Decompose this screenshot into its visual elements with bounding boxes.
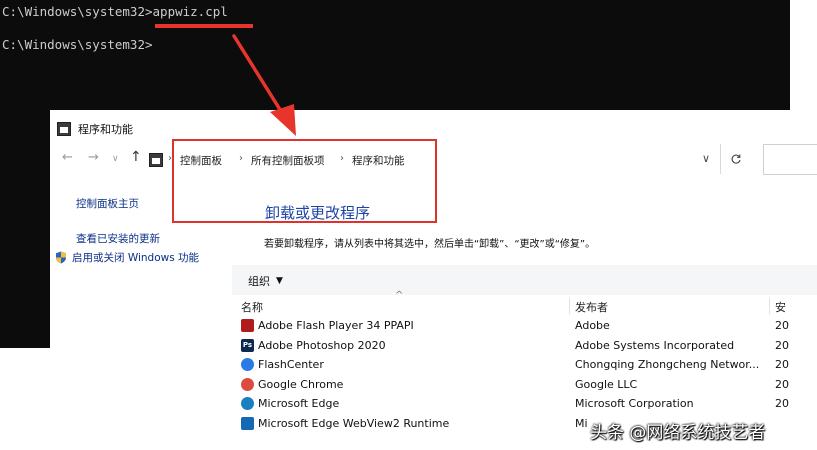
program-name: Google Chrome [258,377,344,391]
program-name-cell: Microsoft Edge [241,397,339,410]
console-command: appwiz.cpl [152,4,228,19]
column-divider [769,298,770,314]
caret-down-icon: ▼ [276,276,283,286]
program-name: FlashCenter [258,358,324,371]
highlight-box-annotation [172,139,437,223]
up-arrow-icon[interactable]: ↑ [130,149,142,165]
program-row[interactable]: Ps Adobe Photoshop 2020 Adobe Systems Inco… [50,337,817,357]
program-installed-date: 20 [775,319,789,332]
page-description: 若要卸载程序，请从列表中将其选中，然后单击“卸载”、“更改”或“修复”。 [264,239,596,250]
command-underline-annotation [155,24,253,28]
refresh-icon[interactable] [730,153,742,165]
flashcenter-icon [241,358,254,371]
console-line-2: C:\Windows\system32> [2,37,153,52]
column-header-installed-on[interactable]: 安 [775,299,786,315]
programs-and-features-window: 程序和功能 ← → ∨ ↑ › 控制面板 › 所有控制面板项 › 程序和功能 ∨… [50,110,817,450]
command-bar [232,265,817,295]
program-publisher: Chongqing Zhongcheng Networ... [575,358,760,371]
program-name-cell: FlashCenter [241,358,324,371]
forward-arrow-icon[interactable]: → [88,150,99,165]
program-publisher: Google LLC [575,377,638,391]
shield-icon [56,251,66,264]
console-prompt: C:\Windows\system32> [2,4,153,19]
webview2-icon [241,416,254,430]
program-name-cell: Google Chrome [241,377,344,391]
program-publisher: Adobe [575,319,610,332]
column-header-name[interactable]: 名称 [241,299,263,315]
program-row[interactable]: Microsoft Edge Microsoft Corporation 20 [50,395,817,415]
organize-button[interactable]: 组织 ▼ [248,273,283,289]
program-row[interactable]: FlashCenter Chongqing Zhongcheng Networ..… [50,356,817,376]
program-installed-date: 20 [775,358,789,371]
program-installed-date: 20 [775,377,789,391]
search-input[interactable] [763,144,817,175]
control-panel-icon [57,122,71,136]
sidebar-link-label: 启用或关闭 Windows 功能 [72,252,200,264]
recent-chevron-icon[interactable]: ∨ [112,154,119,164]
program-installed-date: 20 [775,338,789,352]
chevron-down-icon[interactable]: ∨ [702,152,710,165]
title-bar: 程序和功能 [57,120,133,138]
column-divider [569,298,570,314]
chrome-icon [241,377,254,391]
program-installed-date: 20 [775,397,789,410]
window-title: 程序和功能 [78,123,133,136]
organize-label: 组织 [248,275,270,288]
console-line-1: C:\Windows\system32>appwiz.cpl [2,4,228,19]
sidebar-link-home[interactable]: 控制面板主页 [76,196,139,211]
flash-player-icon [241,319,254,332]
sort-ascending-icon: ^ [395,290,404,301]
program-row[interactable]: Adobe Flash Player 34 PPAPI Adobe 20 [50,317,817,337]
program-row[interactable]: Google Chrome Google LLC 20 [50,376,817,396]
edge-icon [241,397,254,410]
program-name: Microsoft Edge [258,397,340,410]
watermark: 头条 @网络系统技艺者 [590,423,766,443]
column-header-publisher[interactable]: 发布者 [575,299,608,315]
program-name: Adobe Flash Player 34 PPAPI [258,319,414,332]
sidebar-link-windows-features[interactable]: 启用或关闭 Windows 功能 [55,250,199,265]
program-publisher: Adobe Systems Incorporated [575,338,735,352]
program-name: Adobe Photoshop 2020 [258,338,386,352]
program-name: Microsoft Edge WebView2 Runtime [258,416,450,430]
address-divider [720,144,721,174]
photoshop-icon: Ps [241,338,254,352]
control-panel-icon [149,153,163,167]
program-name-cell: Adobe Flash Player 34 PPAPI [241,319,414,332]
program-publisher: Mi [575,416,588,430]
program-name-cell: Ps Adobe Photoshop 2020 [241,338,386,352]
program-name-cell: Microsoft Edge WebView2 Runtime [241,416,450,430]
back-arrow-icon[interactable]: ← [62,150,73,165]
sidebar-link-installed-updates[interactable]: 查看已安装的更新 [76,231,160,246]
console-prompt: C:\Windows\system32> [2,37,153,52]
program-publisher: Microsoft Corporation [575,397,694,410]
